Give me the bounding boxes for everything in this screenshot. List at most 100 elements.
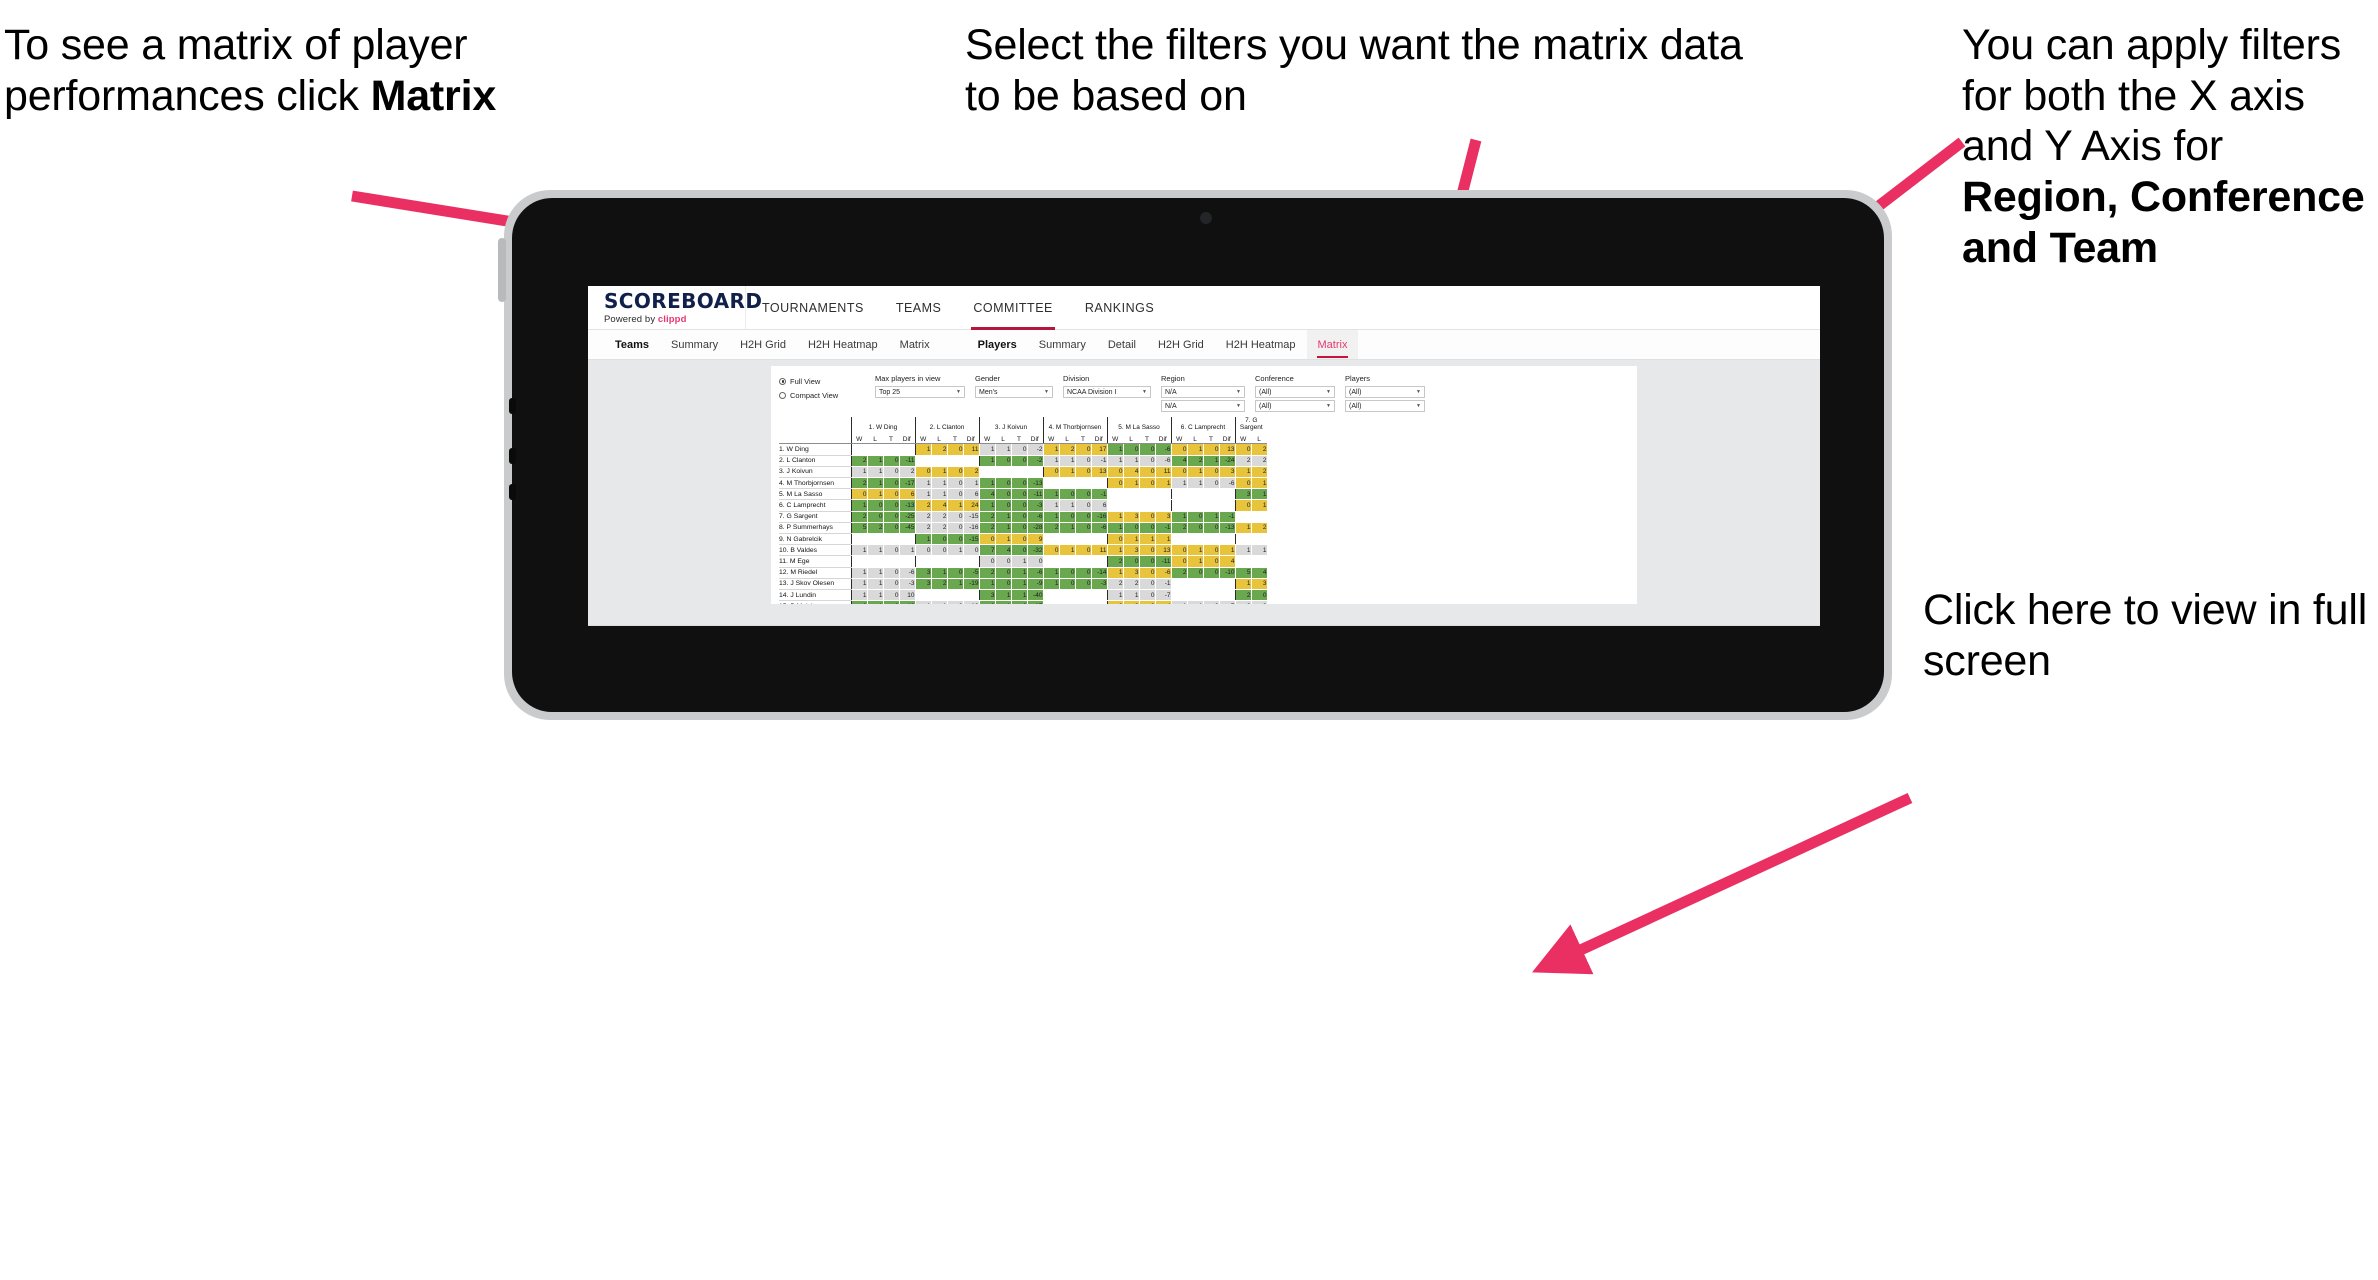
matrix-cell[interactable]: 0 bbox=[883, 600, 900, 604]
matrix-cell[interactable]: 1 bbox=[867, 488, 884, 501]
matrix-cell[interactable] bbox=[1059, 589, 1075, 602]
matrix-cell[interactable]: 2 bbox=[1187, 455, 1204, 467]
matrix-cell[interactable]: 1 bbox=[1219, 544, 1236, 557]
matrix-cell[interactable]: 4 bbox=[1155, 600, 1172, 604]
matrix-cell[interactable]: 3 bbox=[978, 589, 996, 602]
matrix-cell[interactable]: 1 bbox=[867, 455, 884, 467]
matrix-cell[interactable]: 0 bbox=[883, 511, 900, 523]
matrix-cell[interactable]: 4 bbox=[1123, 466, 1140, 479]
matrix-cell[interactable]: 0 bbox=[1011, 455, 1028, 467]
matrix-cell[interactable] bbox=[1059, 477, 1075, 490]
matrix-cell[interactable]: 1 bbox=[867, 544, 884, 557]
matrix-cell[interactable]: -6 bbox=[1155, 455, 1172, 467]
matrix-cell[interactable]: 11 bbox=[1155, 466, 1172, 479]
matrix-cell[interactable]: 1 bbox=[850, 499, 868, 512]
matrix-cell[interactable] bbox=[1091, 477, 1107, 490]
matrix-cell[interactable] bbox=[883, 533, 899, 546]
matrix-cell[interactable] bbox=[1011, 466, 1027, 479]
matrix-cell[interactable]: 0 bbox=[1203, 444, 1220, 456]
matrix-cell[interactable]: 0 bbox=[1059, 511, 1076, 523]
matrix-cell[interactable]: -11 bbox=[899, 455, 916, 467]
matrix-cell[interactable]: -40 bbox=[1027, 589, 1044, 602]
matrix-cell[interactable] bbox=[1042, 533, 1059, 546]
matrix-cell[interactable]: 0 bbox=[1011, 488, 1028, 501]
matrix-cell[interactable]: 2 bbox=[850, 600, 868, 604]
matrix-cell[interactable]: -6 bbox=[1091, 522, 1108, 535]
matrix-cell[interactable]: 4 bbox=[978, 488, 996, 501]
matrix-cell[interactable]: 0 bbox=[1106, 600, 1124, 604]
matrix-cell[interactable]: 0 bbox=[978, 555, 996, 568]
matrix-cell[interactable]: -10 bbox=[1219, 567, 1236, 579]
matrix-cell[interactable]: 1 bbox=[1106, 522, 1124, 535]
matrix-cell[interactable] bbox=[1219, 578, 1235, 590]
matrix-cell[interactable]: 0 bbox=[1075, 522, 1092, 535]
matrix-cell[interactable] bbox=[1170, 499, 1187, 512]
matrix-cell[interactable]: 2 bbox=[931, 522, 948, 535]
matrix-cell[interactable]: -28 bbox=[1027, 522, 1044, 535]
matrix-cell[interactable]: 0 bbox=[1106, 533, 1124, 546]
matrix-cell[interactable]: -32 bbox=[1027, 544, 1044, 557]
matrix-cell[interactable]: 0 bbox=[931, 544, 948, 557]
matrix-cell[interactable]: 2 bbox=[1251, 600, 1268, 604]
matrix-cell[interactable]: 1 bbox=[1251, 499, 1268, 512]
matrix-cell[interactable]: 0 bbox=[883, 488, 900, 501]
matrix-cell[interactable]: 0 bbox=[883, 466, 900, 479]
matrix-cell[interactable]: 0 bbox=[1139, 555, 1156, 568]
matrix-cell[interactable]: 0 bbox=[1203, 600, 1220, 604]
matrix-cell[interactable]: 2 bbox=[1251, 522, 1268, 535]
matrix-cell[interactable]: 0 bbox=[1011, 499, 1028, 512]
matrix-cell[interactable] bbox=[1234, 533, 1251, 546]
matrix-cell[interactable] bbox=[1203, 578, 1219, 590]
matrix-cell[interactable] bbox=[1251, 555, 1267, 568]
matrix-cell[interactable]: 1 bbox=[1234, 466, 1252, 479]
matrix-cell[interactable]: 1 bbox=[914, 444, 932, 456]
matrix-cell[interactable]: 0 bbox=[1203, 477, 1220, 490]
matrix-cell[interactable] bbox=[1091, 533, 1107, 546]
matrix-cell[interactable]: -16 bbox=[963, 522, 980, 535]
matrix-cell[interactable] bbox=[1203, 589, 1219, 602]
matrix-cell[interactable] bbox=[1042, 555, 1059, 568]
matrix-cell[interactable] bbox=[867, 533, 883, 546]
table-row[interactable]: 9. N Gabrelcik 1 0 0 -15 0 1 0 9 0 1 1 1 bbox=[779, 533, 1267, 546]
matrix-cell[interactable]: 1 bbox=[995, 522, 1012, 535]
matrix-cell[interactable]: 0 bbox=[1106, 466, 1124, 479]
matrix-cell[interactable]: 0 bbox=[1139, 600, 1156, 604]
matrix-cell[interactable]: 0 bbox=[1170, 555, 1188, 568]
matrix-cell[interactable]: 0 bbox=[1075, 499, 1092, 512]
matrix-cell[interactable] bbox=[1234, 555, 1251, 568]
matrix-cell[interactable]: 0 bbox=[1139, 444, 1156, 456]
matrix-cell[interactable]: 4 bbox=[995, 544, 1012, 557]
matrix-cell[interactable]: -6 bbox=[1155, 567, 1172, 579]
matrix-cell[interactable]: 2 bbox=[931, 444, 948, 456]
matrix-cell[interactable] bbox=[963, 555, 979, 568]
matrix-cell[interactable]: 1 bbox=[867, 567, 884, 579]
matrix-cell[interactable]: 0 bbox=[1075, 544, 1092, 557]
matrix-cell[interactable]: 2 bbox=[1170, 522, 1188, 535]
matrix-cell[interactable] bbox=[1091, 600, 1107, 604]
matrix-cell[interactable]: 0 bbox=[1075, 444, 1092, 456]
matrix-cell[interactable]: -17 bbox=[899, 477, 916, 490]
matrix-cell[interactable]: 0 bbox=[995, 488, 1012, 501]
matrix-cell[interactable]: 1 bbox=[1106, 567, 1124, 579]
matrix-cell[interactable] bbox=[1219, 589, 1235, 602]
matrix-cell[interactable]: -19 bbox=[899, 600, 916, 604]
matrix-cell[interactable]: 2 bbox=[1251, 444, 1268, 456]
matrix-cell[interactable]: 0 bbox=[1203, 567, 1220, 579]
matrix-cell[interactable]: 0 bbox=[1203, 522, 1220, 535]
matrix-cell[interactable]: 0 bbox=[1059, 567, 1076, 579]
matrix-cell[interactable]: 1 bbox=[995, 589, 1012, 602]
matrix-cell[interactable]: 1 bbox=[995, 533, 1012, 546]
matrix-cell[interactable]: 0 bbox=[883, 455, 900, 467]
matrix-cell[interactable]: 0 bbox=[914, 544, 932, 557]
matrix-cell[interactable] bbox=[963, 589, 979, 602]
table-row[interactable]: 2. L Clanton 2 1 0 -11 1 0 0 -2 1 1 0 -1 1 1 0 -6 4 2 1 -24 2… bbox=[779, 455, 1268, 467]
matrix-cell[interactable] bbox=[914, 555, 931, 568]
matrix-cell[interactable]: 1 bbox=[1155, 477, 1172, 490]
matrix-cell[interactable] bbox=[1170, 533, 1187, 546]
matrix-cell[interactable]: 3 bbox=[1234, 488, 1252, 501]
matrix-cell[interactable]: 3 bbox=[1123, 511, 1140, 523]
sub-nav-players-matrix[interactable]: Matrix bbox=[1306, 330, 1359, 359]
matrix-cell[interactable]: 1 bbox=[850, 544, 868, 557]
matrix-cell[interactable] bbox=[1251, 533, 1267, 546]
matrix-cell[interactable]: 0 bbox=[1203, 544, 1220, 557]
